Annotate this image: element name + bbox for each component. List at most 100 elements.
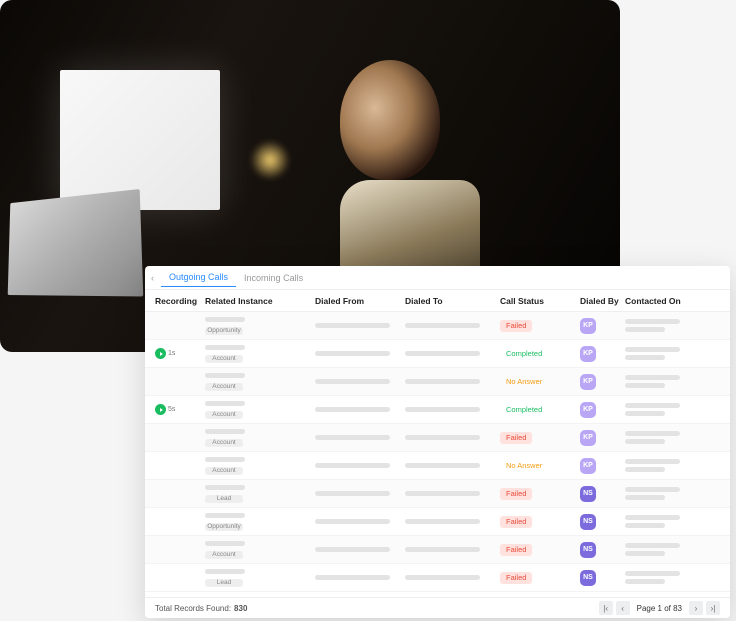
related-tag: Account bbox=[205, 551, 243, 559]
avatar[interactable]: KP bbox=[580, 458, 596, 474]
col-related: Related Instance bbox=[205, 296, 315, 306]
related-tag: Account bbox=[205, 383, 243, 391]
status-badge: No Answer bbox=[500, 460, 548, 472]
related-tag: Account bbox=[205, 411, 243, 419]
related-tag: Account bbox=[205, 355, 243, 363]
avatar[interactable]: NS bbox=[580, 542, 596, 558]
related-placeholder bbox=[205, 401, 245, 406]
col-by: Dialed By bbox=[580, 296, 625, 306]
related-placeholder bbox=[205, 429, 245, 434]
table-body: OpportunityFailedKP1sAccountCompletedKPA… bbox=[145, 312, 730, 597]
related-tag: Lead bbox=[205, 495, 243, 503]
col-from: Dialed From bbox=[315, 296, 405, 306]
col-recording: Recording bbox=[155, 296, 205, 306]
back-icon[interactable]: ‹ bbox=[151, 273, 161, 283]
tab-bar: ‹ Outgoing Calls Incoming Calls bbox=[145, 266, 730, 290]
to-placeholder bbox=[405, 351, 480, 356]
related-tag: Lead bbox=[205, 579, 243, 587]
table-row[interactable]: Lead Failed NS bbox=[145, 480, 730, 508]
status-badge: Completed bbox=[500, 348, 548, 360]
contacted-placeholder bbox=[625, 319, 680, 324]
from-placeholder bbox=[315, 491, 390, 496]
from-placeholder bbox=[315, 575, 390, 580]
related-placeholder bbox=[205, 485, 245, 490]
contacted-placeholder bbox=[625, 375, 680, 380]
table-row[interactable]: 5sAccountCompletedKP bbox=[145, 396, 730, 424]
status-badge: Failed bbox=[500, 320, 532, 332]
from-placeholder bbox=[315, 463, 390, 468]
page-prev-button[interactable]: ‹ bbox=[616, 601, 630, 615]
related-tag: Opportunity bbox=[205, 327, 243, 335]
tab-outgoing-calls[interactable]: Outgoing Calls bbox=[161, 268, 236, 287]
to-placeholder bbox=[405, 379, 480, 384]
contacted-placeholder bbox=[625, 355, 665, 360]
status-badge: Failed bbox=[500, 544, 532, 556]
status-badge: Failed bbox=[500, 572, 532, 584]
page-last-button[interactable]: ›| bbox=[706, 601, 720, 615]
records-count: 830 bbox=[234, 604, 247, 613]
avatar[interactable]: KP bbox=[580, 430, 596, 446]
contacted-placeholder bbox=[625, 571, 680, 576]
table-footer: Total Records Found: 830 |‹ ‹ Page 1 of … bbox=[145, 597, 730, 618]
recording-duration: 1s bbox=[168, 350, 175, 357]
avatar[interactable]: NS bbox=[580, 486, 596, 502]
play-icon[interactable] bbox=[155, 404, 166, 415]
play-icon[interactable] bbox=[155, 348, 166, 359]
related-placeholder bbox=[205, 373, 245, 378]
related-placeholder bbox=[205, 513, 245, 518]
contacted-placeholder bbox=[625, 403, 680, 408]
pager: |‹ ‹ Page 1 of 83 › ›| bbox=[599, 601, 720, 615]
table-header: Recording Related Instance Dialed From D… bbox=[145, 290, 730, 312]
contacted-placeholder bbox=[625, 459, 680, 464]
related-placeholder bbox=[205, 317, 245, 322]
to-placeholder bbox=[405, 547, 480, 552]
contacted-placeholder bbox=[625, 411, 665, 416]
avatar[interactable]: KP bbox=[580, 318, 596, 334]
col-to: Dialed To bbox=[405, 296, 500, 306]
contacted-placeholder bbox=[625, 487, 680, 492]
contacted-placeholder bbox=[625, 579, 665, 584]
page-first-button[interactable]: |‹ bbox=[599, 601, 613, 615]
contacted-placeholder bbox=[625, 515, 680, 520]
avatar[interactable]: KP bbox=[580, 374, 596, 390]
to-placeholder bbox=[405, 463, 480, 468]
related-placeholder bbox=[205, 541, 245, 546]
table-row[interactable]: Account No Answer KP bbox=[145, 452, 730, 480]
from-placeholder bbox=[315, 407, 390, 412]
contacted-placeholder bbox=[625, 495, 665, 500]
table-row[interactable]: Account Failed NS bbox=[145, 536, 730, 564]
related-placeholder bbox=[205, 569, 245, 574]
avatar[interactable]: NS bbox=[580, 570, 596, 586]
contacted-placeholder bbox=[625, 543, 680, 548]
recording-duration: 5s bbox=[168, 406, 175, 413]
page-indicator: Page 1 of 83 bbox=[633, 604, 686, 613]
contacted-placeholder bbox=[625, 383, 665, 388]
contacted-placeholder bbox=[625, 327, 665, 332]
avatar[interactable]: KP bbox=[580, 402, 596, 418]
records-label: Total Records Found: bbox=[155, 604, 231, 613]
from-placeholder bbox=[315, 519, 390, 524]
table-row[interactable]: AccountFailedKP bbox=[145, 424, 730, 452]
from-placeholder bbox=[315, 351, 390, 356]
related-tag: Account bbox=[205, 467, 243, 475]
contacted-placeholder bbox=[625, 431, 680, 436]
to-placeholder bbox=[405, 519, 480, 524]
table-row[interactable]: Account No Answer KP bbox=[145, 368, 730, 396]
status-badge: Failed bbox=[500, 488, 532, 500]
table-row[interactable]: Lead Failed NS bbox=[145, 564, 730, 592]
from-placeholder bbox=[315, 379, 390, 384]
from-placeholder bbox=[315, 323, 390, 328]
avatar[interactable]: KP bbox=[580, 346, 596, 362]
related-tag: Account bbox=[205, 439, 243, 447]
table-row[interactable]: OpportunityFailedNS bbox=[145, 508, 730, 536]
status-badge: No Answer bbox=[500, 376, 548, 388]
contacted-placeholder bbox=[625, 347, 680, 352]
table-row[interactable]: 1s Account Completed KP bbox=[145, 340, 730, 368]
avatar[interactable]: NS bbox=[580, 514, 596, 530]
to-placeholder bbox=[405, 407, 480, 412]
table-row[interactable]: Opportunity Failed KP bbox=[145, 312, 730, 340]
page-next-button[interactable]: › bbox=[689, 601, 703, 615]
related-placeholder bbox=[205, 457, 245, 462]
tab-incoming-calls[interactable]: Incoming Calls bbox=[236, 269, 311, 287]
to-placeholder bbox=[405, 575, 480, 580]
